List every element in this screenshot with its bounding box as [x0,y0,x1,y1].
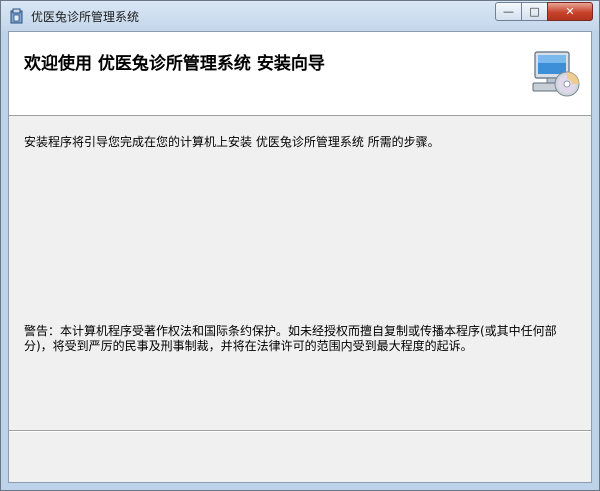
maximize-button[interactable]: □ [521,2,548,21]
minimize-icon: — [503,5,514,18]
window-controls: — □ ✕ [495,2,593,22]
maximize-icon: □ [529,5,540,18]
minimize-button[interactable]: — [495,2,522,21]
wizard-client-area: 欢迎使用 优医兔诊所管理系统 安装向导 安装程序将引导您完成在您的计算机上安装 … [8,31,592,483]
installer-app-icon [10,8,23,24]
page-title: 欢迎使用 优医兔诊所管理系统 安装向导 [24,54,325,74]
close-button[interactable]: ✕ [547,2,593,21]
computer-disc-icon [532,51,580,97]
window-title: 优医兔诊所管理系统 [31,10,140,24]
title-bar[interactable]: 优医兔诊所管理系统 — □ ✕ [1,1,599,31]
copyright-warning-text: 警告：本计算机程序受著作权法和国际条约保护。如未经授权而擅自复制或传播本程序(或… [24,324,557,353]
footer-divider [9,430,591,432]
installer-window: 优医兔诊所管理系统 — □ ✕ 欢迎使用 优医兔诊所管理系统 安装向导 安装程序… [0,0,600,491]
wizard-header: 欢迎使用 优医兔诊所管理系统 安装向导 [9,32,591,116]
close-icon: ✕ [565,5,575,18]
intro-text: 安装程序将引导您完成在您的计算机上安装 优医兔诊所管理系统 所需的步骤。 [24,135,440,149]
